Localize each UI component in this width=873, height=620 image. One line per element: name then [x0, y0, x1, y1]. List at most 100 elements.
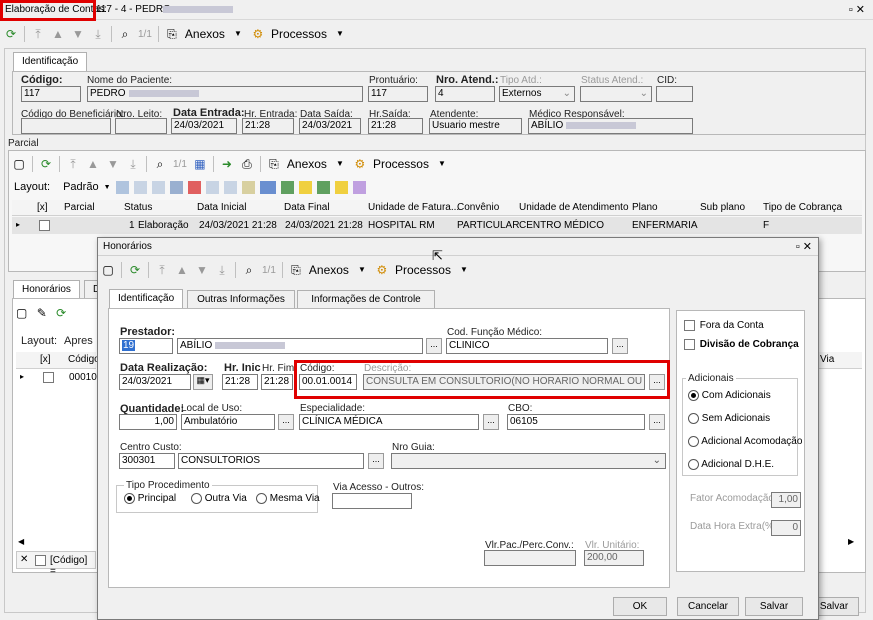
sem-adicionais-radio[interactable]: Sem Adicionais	[688, 413, 770, 424]
tipo-principal-radio[interactable]: Principal	[124, 493, 176, 504]
especialidade-field[interactable]: CLÍNICA MÉDICA	[299, 414, 479, 430]
dialog-tab-identificacao[interactable]: Identificação	[109, 289, 184, 309]
next-record-icon[interactable]: ▼	[195, 263, 209, 277]
local-uso-field[interactable]: Ambulatório	[181, 414, 275, 430]
adicional-dhe-radio[interactable]: Adicional D.H.E.	[688, 459, 774, 470]
hr-inic-field[interactable]: 21:28	[222, 374, 258, 390]
print-icon[interactable]: ⎙	[240, 157, 254, 171]
next-record-icon[interactable]: ▼	[71, 27, 85, 41]
chevron-down-icon[interactable]: ▼	[355, 263, 369, 277]
padrao-dropdown[interactable]: Padrão	[63, 181, 98, 193]
cbo-lookup-button[interactable]: ...	[649, 414, 665, 430]
tipo-outra-via-radio[interactable]: Outra Via	[191, 493, 247, 504]
tipo-mesma-via-radio[interactable]: Mesma Via	[256, 493, 320, 504]
refresh-icon[interactable]: ⟳	[4, 27, 18, 41]
chevron-down-icon[interactable]: ▼	[457, 263, 471, 277]
parcial-processos-menu[interactable]: Processos	[373, 157, 429, 171]
layout-icon-1[interactable]	[115, 180, 129, 194]
tipo-atd-select[interactable]: Externos ⌄	[499, 86, 575, 102]
com-adicionais-radio[interactable]: Com Adicionais	[688, 390, 771, 401]
cancelar-button[interactable]: Cancelar	[677, 597, 739, 616]
clear-filter-icon[interactable]: ✕	[20, 554, 28, 565]
anexos-menu[interactable]: Anexos	[185, 27, 225, 41]
layout-icon-2[interactable]	[133, 180, 147, 194]
cbo-field[interactable]: 06105	[507, 414, 645, 430]
table-row[interactable]: ▸ 000100	[16, 370, 102, 386]
scroll-right-icon[interactable]: ▶	[848, 537, 854, 546]
layout-icon-3[interactable]	[151, 180, 165, 194]
chevron-down-icon[interactable]: ▼	[333, 157, 347, 171]
quantidade-field[interactable]: 1,00	[119, 414, 177, 430]
parcial-anexos-menu[interactable]: Anexos	[287, 157, 327, 171]
prestador-lookup-button[interactable]: ...	[426, 338, 442, 354]
divisao-cobranca-checkbox[interactable]: Divisão de Cobrança	[684, 339, 799, 350]
centro-custo-name-field[interactable]: CONSULTORIOS	[178, 453, 364, 469]
layout-icon-8[interactable]	[241, 180, 255, 194]
cod-funcao-lookup-button[interactable]: ...	[612, 338, 628, 354]
scroll-left-icon[interactable]: ◀	[18, 537, 24, 546]
first-record-icon[interactable]: ⤒	[31, 27, 45, 41]
layout-icon-10[interactable]	[298, 180, 312, 194]
nro-guia-select[interactable]: ⌄	[391, 453, 666, 469]
tab-honorarios[interactable]: Honorários	[13, 280, 80, 298]
hr-fim-field[interactable]: 21:28	[261, 374, 293, 390]
binoculars-icon[interactable]: ⌕	[242, 263, 256, 277]
layout-icon-7[interactable]	[223, 180, 237, 194]
new-record-icon[interactable]: ▢	[101, 263, 115, 277]
tab-identificacao[interactable]: Identificação	[13, 52, 88, 72]
calendar-grid-icon[interactable]: ▦	[193, 157, 207, 171]
layout-icon-9[interactable]	[280, 180, 294, 194]
status-atend-select[interactable]: ⌄	[580, 86, 652, 102]
forward-arrow-icon[interactable]: ➜	[220, 157, 234, 171]
chevron-down-icon[interactable]: ▼	[104, 184, 111, 191]
prev-record-icon[interactable]: ▲	[86, 157, 100, 171]
adicional-acomodacao-radio[interactable]: Adicional Acomodação	[688, 436, 802, 447]
salvar-button[interactable]: Salvar	[745, 597, 803, 616]
last-record-icon[interactable]: ⤓	[215, 263, 229, 277]
last-record-icon[interactable]: ⤓	[126, 157, 140, 171]
dialog-processos-menu[interactable]: Processos	[395, 263, 451, 277]
especialidade-lookup-button[interactable]: ...	[483, 414, 499, 430]
first-record-icon[interactable]: ⤒	[66, 157, 80, 171]
via-acesso-field[interactable]	[332, 493, 412, 509]
dialog-window-controls[interactable]: ▫ ✕	[796, 240, 812, 253]
prestador-code-field[interactable]: 19	[119, 338, 173, 354]
calendar-icon[interactable]: ▦▾	[193, 374, 213, 390]
refresh-icon[interactable]: ⟳	[128, 263, 142, 277]
local-uso-lookup-button[interactable]: ...	[278, 414, 294, 430]
cod-funcao-field[interactable]: CLINICO	[446, 338, 608, 354]
chevron-down-icon[interactable]: ▼	[231, 27, 245, 41]
main-window-controls[interactable]: ▫ ✕	[849, 3, 865, 16]
refresh-icon[interactable]: ⟳	[39, 157, 53, 171]
layout-icon-11[interactable]	[316, 180, 330, 194]
dialog-tab-outras-informacoes[interactable]: Outras Informações	[187, 290, 295, 308]
chart-icon[interactable]	[259, 180, 276, 194]
filter-checkbox[interactable]	[35, 555, 46, 566]
new-record-icon[interactable]: ▢	[12, 157, 26, 171]
first-record-icon[interactable]: ⤒	[155, 263, 169, 277]
prev-record-icon[interactable]: ▲	[51, 27, 65, 41]
row-checkbox[interactable]	[43, 372, 54, 383]
binoculars-icon[interactable]: ⌕	[118, 27, 132, 41]
layout-icon-12[interactable]	[334, 180, 348, 194]
centro-custo-lookup-button[interactable]: ...	[368, 453, 384, 469]
processos-menu[interactable]: Processos	[271, 27, 327, 41]
dialog-tab-informacoes-controle[interactable]: Informações de Controle	[297, 290, 435, 308]
bottom-apres-label[interactable]: Apres	[64, 335, 93, 347]
refresh-icon[interactable]: ⟳	[56, 306, 66, 320]
layout-icon-4[interactable]	[169, 180, 183, 194]
layout-icon-13[interactable]	[352, 180, 366, 194]
layout-icon-5[interactable]	[187, 180, 201, 194]
ok-button[interactable]: OK	[613, 597, 667, 616]
last-record-icon[interactable]: ⤓	[91, 27, 105, 41]
binoculars-icon[interactable]: ⌕	[153, 157, 167, 171]
next-record-icon[interactable]: ▼	[106, 157, 120, 171]
new-record-icon[interactable]: ▢	[16, 306, 27, 320]
dialog-anexos-menu[interactable]: Anexos	[309, 263, 349, 277]
layout-icon-6[interactable]	[205, 180, 219, 194]
edit-icon[interactable]: ✎	[37, 306, 47, 320]
chevron-down-icon[interactable]: ▼	[333, 27, 347, 41]
data-realizacao-field[interactable]: 24/03/2021	[119, 374, 191, 390]
fora-conta-checkbox[interactable]: Fora da Conta	[684, 320, 764, 331]
prev-record-icon[interactable]: ▲	[175, 263, 189, 277]
